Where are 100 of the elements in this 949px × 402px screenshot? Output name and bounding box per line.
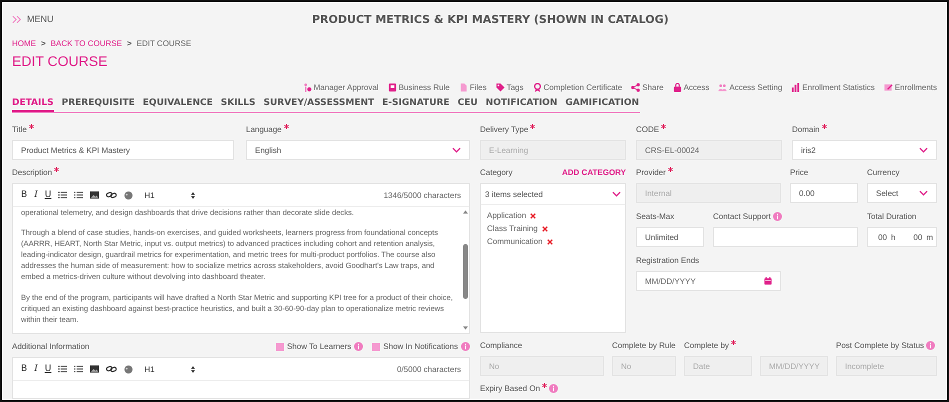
scroll-up-icon[interactable] bbox=[462, 210, 468, 214]
image-icon[interactable] bbox=[90, 365, 100, 373]
info-icon[interactable] bbox=[354, 342, 364, 351]
breadcrumb-link[interactable]: BACK TO COURSE bbox=[50, 38, 122, 48]
format-button[interactable]: B bbox=[21, 364, 28, 374]
checkbox-label: Show To Learners bbox=[286, 342, 352, 351]
field-label: CODE bbox=[636, 125, 660, 134]
category-multiselect[interactable]: 3 items selected Application Class Training Communication bbox=[480, 183, 626, 333]
sort-arrows-icon bbox=[190, 192, 195, 198]
field-label: Total Duration bbox=[867, 212, 916, 221]
field-label: Complete by Rule bbox=[612, 341, 676, 350]
breadcrumb-link[interactable]: HOME bbox=[12, 38, 36, 48]
heading-select[interactable]: H1 bbox=[144, 364, 195, 374]
tab[interactable]: DETAILS bbox=[12, 97, 54, 112]
select-field[interactable]: iris2 bbox=[792, 140, 937, 160]
field-label: Currency bbox=[867, 168, 900, 177]
action-link[interactable]: Access bbox=[672, 83, 710, 92]
bullet-list-icon[interactable] bbox=[74, 365, 84, 373]
text-field[interactable]: 0.00 bbox=[790, 183, 858, 203]
action-link[interactable]: Business Rule bbox=[388, 83, 450, 92]
field-label: Category bbox=[480, 168, 512, 177]
field-label: Description bbox=[12, 168, 52, 177]
tab[interactable]: EQUIVALENCE bbox=[142, 97, 213, 112]
remove-icon[interactable] bbox=[542, 226, 548, 232]
format-button[interactable]: U bbox=[44, 364, 52, 374]
sort-arrows-icon bbox=[190, 366, 195, 372]
category-item: Class Training bbox=[487, 224, 538, 233]
checkbox[interactable] bbox=[276, 342, 284, 350]
action-link[interactable]: Share bbox=[631, 83, 664, 92]
breadcrumb-separator: > bbox=[126, 38, 132, 48]
tab[interactable]: CEU bbox=[458, 97, 478, 112]
person-icon bbox=[302, 83, 312, 92]
action-link[interactable]: Enrollments bbox=[884, 83, 937, 92]
category-item: Communication bbox=[487, 237, 543, 246]
edit-icon bbox=[884, 83, 893, 92]
field-label: Post Complete by Status bbox=[836, 341, 924, 350]
bar-chart-icon bbox=[791, 83, 800, 92]
field-label: Contact Support bbox=[713, 212, 771, 221]
breadcrumb-current: EDIT COURSE bbox=[136, 38, 192, 48]
info-icon[interactable] bbox=[549, 384, 558, 393]
select-field[interactable]: English bbox=[246, 140, 470, 160]
field-label: Compliance bbox=[480, 341, 522, 350]
info-icon[interactable] bbox=[461, 342, 470, 351]
field-label: Provider bbox=[636, 168, 666, 177]
action-link[interactable]: Manager Approval bbox=[302, 83, 379, 92]
tab[interactable]: NOTIFICATION bbox=[486, 97, 558, 112]
category-item: Application bbox=[487, 211, 526, 220]
people-icon bbox=[718, 83, 728, 92]
chevron-down-icon bbox=[919, 147, 928, 153]
date-picker[interactable]: MM/DD/YYYY bbox=[636, 271, 781, 291]
tab[interactable]: E-SIGNATURE bbox=[382, 97, 450, 112]
bullet-list-icon[interactable] bbox=[74, 191, 84, 199]
format-button[interactable]: U bbox=[44, 190, 52, 200]
tab[interactable]: SKILLS bbox=[220, 97, 256, 112]
format-button[interactable]: I bbox=[34, 364, 38, 374]
character-counter: 1346/5000 characters bbox=[384, 190, 461, 200]
tab[interactable]: GAMIFICATION bbox=[565, 97, 640, 112]
rich-text-editor[interactable]: B I U H1 0/5000 characters bbox=[12, 357, 470, 399]
field-label: Delivery Type bbox=[480, 125, 528, 134]
chevron-down-icon bbox=[452, 147, 461, 153]
book-icon bbox=[388, 83, 397, 92]
image-icon[interactable] bbox=[90, 191, 100, 199]
field-label: Price bbox=[790, 168, 808, 177]
link-icon[interactable] bbox=[106, 365, 118, 373]
tab[interactable]: SURVEY/ASSESSMENT bbox=[264, 97, 374, 112]
add-category-link[interactable]: ADD CATEGORY bbox=[562, 168, 626, 177]
field-label: Expiry Based On bbox=[480, 384, 540, 393]
text-field[interactable]: Product Metrics & KPI Mastery bbox=[12, 140, 234, 160]
course-title: PRODUCT METRICS & KPI MASTERY (SHOWN IN CATALOG) bbox=[312, 12, 669, 26]
scroll-down-icon[interactable] bbox=[462, 326, 468, 330]
checkbox[interactable] bbox=[372, 342, 380, 350]
field-label: Registration Ends bbox=[636, 256, 700, 265]
rich-text-editor[interactable] bbox=[12, 183, 470, 334]
info-icon[interactable] bbox=[772, 212, 782, 221]
numbered-list-icon[interactable] bbox=[58, 191, 68, 199]
heading-select[interactable]: H1 bbox=[144, 190, 195, 200]
menu-button[interactable]: MENU bbox=[12, 14, 312, 24]
format-button[interactable]: I bbox=[34, 190, 38, 200]
select-field[interactable]: Select bbox=[867, 183, 937, 203]
tab[interactable]: PREREQUISITE bbox=[62, 97, 135, 112]
duration-field[interactable]: 00 h 00 m bbox=[867, 227, 937, 247]
text-field[interactable]: Unlimited bbox=[636, 227, 704, 247]
field-label: Title bbox=[12, 125, 27, 134]
action-link[interactable]: Access Setting bbox=[718, 83, 782, 92]
remove-icon[interactable] bbox=[546, 238, 553, 244]
share-icon bbox=[631, 83, 640, 92]
text-field[interactable] bbox=[713, 227, 858, 247]
checkbox-label: Show In Notifications bbox=[383, 342, 458, 351]
selection-summary: 3 items selected bbox=[485, 190, 543, 198]
file-icon bbox=[458, 83, 468, 92]
action-link[interactable]: Files bbox=[458, 83, 487, 92]
numbered-list-icon[interactable] bbox=[58, 365, 68, 373]
field-label: Seats-Max bbox=[636, 212, 674, 221]
remove-icon[interactable] bbox=[530, 212, 536, 218]
action-link[interactable]: Tags bbox=[496, 83, 524, 92]
link-icon[interactable] bbox=[106, 191, 118, 199]
chevron-down-icon bbox=[612, 191, 621, 197]
format-button[interactable]: B bbox=[21, 190, 28, 200]
action-link[interactable]: Enrollment Statistics bbox=[791, 83, 875, 92]
action-link[interactable]: Completion Certificate bbox=[532, 83, 622, 92]
